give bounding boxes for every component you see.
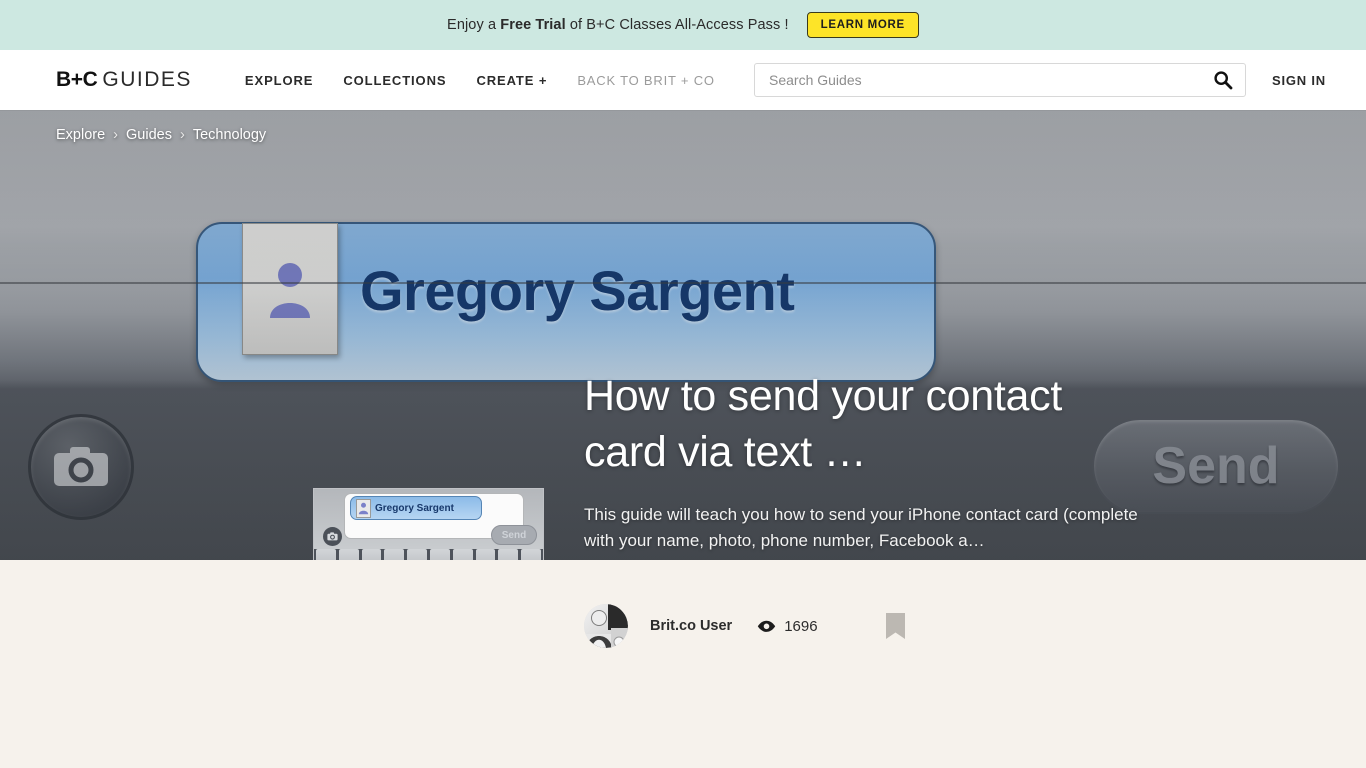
view-count-value: 1696 [784, 617, 818, 635]
breadcrumb-separator-icon: › [179, 127, 185, 143]
avatar[interactable] [584, 604, 628, 648]
thumbnail-key: Q [316, 549, 336, 560]
author-name[interactable]: Brit.co User [650, 618, 732, 634]
promo-text-bold: Free Trial [500, 17, 566, 33]
guide-thumbnail[interactable]: Gregory Sargent Send Q W E R T Y U I O [313, 488, 544, 560]
sign-in-button[interactable]: SIGN IN [1272, 73, 1326, 88]
thumbnail-key: O [498, 549, 519, 560]
breadcrumb-item-explore[interactable]: Explore [56, 127, 105, 143]
thumbnail-key: I [475, 549, 496, 560]
thumbnail-image: Gregory Sargent Send Q W E R T Y U I O [314, 489, 543, 560]
thumbnail-vcard-icon [356, 498, 371, 518]
promo-banner-text: Enjoy a Free Trial of B+C Classes All-Ac… [447, 17, 789, 33]
logo-secondary-text: GUIDES [102, 68, 192, 91]
thumbnail-key: R [384, 549, 405, 560]
hero-section: Gregory Sargent Send Q W E R T Y U I O P [0, 110, 1366, 560]
view-count: 1696 [757, 617, 818, 635]
camera-icon [327, 532, 338, 541]
thumbnail-key: Y [429, 549, 450, 560]
search-icon[interactable] [1213, 70, 1233, 90]
thumbnail-key: U [452, 549, 473, 560]
bookmark-icon [885, 613, 905, 639]
breadcrumb: Explore › Guides › Technology [56, 127, 266, 143]
author-meta-row: Brit.co User 1696 [584, 604, 905, 648]
learn-more-button[interactable]: LEARN MORE [806, 11, 919, 39]
promo-banner: Enjoy a Free Trial of B+C Classes All-Ac… [0, 0, 1366, 50]
promo-text-after: of B+C Classes All-Access Pass ! [565, 17, 789, 33]
logo-primary-text: B+C [56, 68, 98, 91]
eye-icon [758, 620, 776, 632]
meta-section: Brit.co User 1696 [0, 560, 1366, 768]
thumbnail-key: E [361, 549, 382, 560]
thumbnail-contact-bubble: Gregory Sargent [350, 496, 482, 520]
thumbnail-contact-name: Gregory Sargent [375, 502, 454, 514]
hero-copy: How to send your contact card via text …… [584, 368, 1144, 554]
page-description: This guide will teach you how to send yo… [584, 505, 1138, 550]
nav-item-collections[interactable]: COLLECTIONS [328, 73, 461, 88]
thumbnail-send-button: Send [491, 525, 537, 545]
bookmark-button[interactable] [885, 613, 905, 639]
thumbnail-key: P [521, 549, 541, 560]
thumbnail-key: T [407, 549, 427, 560]
person-icon [358, 502, 369, 515]
avatar-photo [584, 604, 628, 648]
breadcrumb-separator-icon: › [113, 127, 119, 143]
site-logo[interactable]: B+C GUIDES [56, 68, 192, 92]
nav-item-explore[interactable]: EXPLORE [230, 73, 328, 88]
nav-item-back-to-brit-co[interactable]: BACK TO BRIT + CO [562, 73, 730, 88]
search-input[interactable] [769, 72, 1213, 88]
nav-links: EXPLORE COLLECTIONS CREATE + BACK TO BRI… [230, 73, 730, 88]
thumbnail-key: W [338, 549, 359, 560]
page-title: How to send your contact card via text … [584, 372, 1062, 476]
main-navbar: B+C GUIDES EXPLORE COLLECTIONS CREATE + B… [0, 50, 1366, 110]
breadcrumb-item-technology[interactable]: Technology [193, 127, 266, 143]
promo-text-before: Enjoy a [447, 17, 501, 33]
thumbnail-keyboard-row: Q W E R T Y U I O P [314, 549, 543, 560]
search-bar[interactable] [754, 63, 1246, 97]
breadcrumb-item-guides[interactable]: Guides [126, 127, 172, 143]
thumbnail-camera-icon [323, 527, 342, 546]
nav-item-create[interactable]: CREATE + [461, 73, 562, 88]
